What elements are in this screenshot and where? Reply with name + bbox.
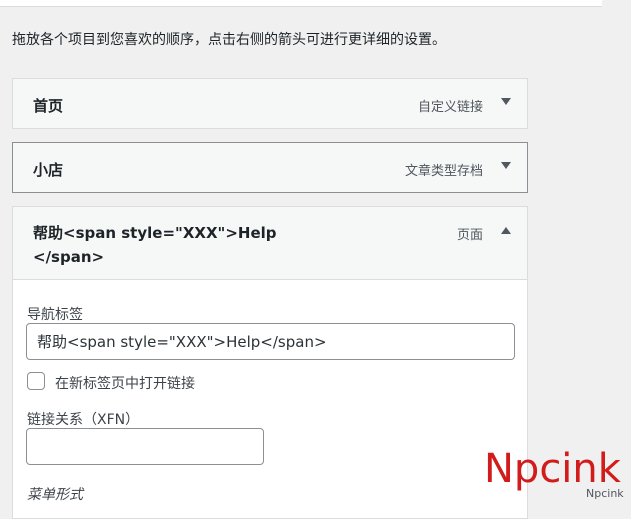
menu-item-type: 文章类型存档 (404, 164, 483, 179)
collapse-arrow-icon[interactable] (501, 227, 511, 234)
open-new-tab-label: 在新标签页中打开链接 (55, 376, 195, 392)
menu-item-home[interactable]: 首页 自定义链接 (12, 78, 528, 129)
watermark-caption: Npcink (586, 487, 624, 500)
watermark-logo: Npcink (484, 446, 621, 492)
menu-item-handle[interactable]: 首页 自定义链接 (13, 79, 527, 128)
menu-style-label: 菜单形式 (27, 487, 83, 503)
nav-label-input[interactable] (26, 323, 515, 360)
expand-arrow-icon[interactable] (501, 162, 511, 169)
open-new-tab-checkbox[interactable] (27, 372, 45, 390)
xfn-label: 链接关系（XFN） (27, 412, 140, 428)
menu-item-type: 自定义链接 (417, 100, 483, 115)
xfn-input[interactable] (26, 428, 264, 465)
menu-item-title: 首页 (33, 97, 64, 115)
nav-label-title: 导航标签 (27, 307, 83, 323)
menu-item-shop[interactable]: 小店 文章类型存档 (12, 142, 528, 193)
menu-item-title: 小店 (33, 161, 64, 179)
menu-item-settings-panel: 导航标签 在新标签页中打开链接 链接关系（XFN） 菜单形式 (12, 279, 528, 519)
expand-arrow-icon[interactable] (501, 98, 511, 105)
top-band (0, 0, 602, 7)
menu-item-help[interactable]: 帮助<span style="XXX">Help</span> 页面 (12, 206, 528, 279)
instructions-text: 拖放各个项目到您喜欢的顺序，点击右侧的箭头可进行更详细的设置。 (12, 32, 446, 48)
menu-item-handle[interactable]: 小店 文章类型存档 (13, 143, 527, 192)
menu-item-title: 帮助<span style="XXX">Help</span> (33, 224, 277, 266)
menu-item-type: 页面 (456, 228, 483, 243)
